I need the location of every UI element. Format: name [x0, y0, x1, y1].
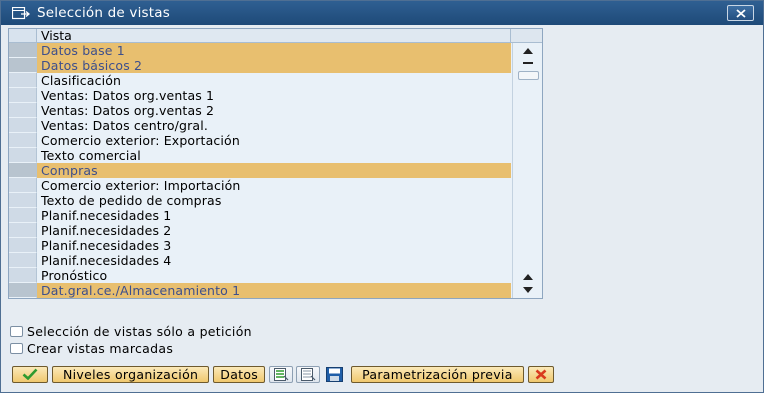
view-selection-dialog: Selección de vistas Vista Datos base 1 Da… — [0, 0, 764, 393]
table-row[interactable]: Texto comercial — [9, 148, 511, 163]
view-name-cell[interactable]: Datos base 1 — [37, 43, 511, 58]
data-button[interactable]: Datos — [213, 365, 266, 383]
row-selector[interactable] — [9, 58, 37, 73]
view-name-cell[interactable]: Ventas: Datos centro/gral. — [37, 118, 511, 133]
view-name-cell[interactable]: Planif.necesidades 3 — [37, 238, 511, 253]
table-row[interactable]: Ventas: Datos org.ventas 2 — [9, 103, 511, 118]
table-row[interactable]: Pronóstico — [9, 268, 511, 283]
table-header: Vista — [9, 29, 542, 43]
select-all-cell[interactable] — [9, 29, 37, 43]
view-name-cell[interactable]: Ventas: Datos org.ventas 1 — [37, 88, 511, 103]
view-name-cell[interactable]: Texto de pedido de compras — [37, 193, 511, 208]
triangle-down-icon — [523, 287, 533, 293]
views-table: Vista Datos base 1 Datos básicos 2 Clasifi… — [8, 28, 543, 299]
row-selector[interactable] — [9, 253, 37, 268]
dialog-title-bar: Selección de vistas — [1, 1, 763, 25]
dialog-window-icon — [10, 5, 32, 21]
dialog-title: Selección de vistas — [37, 5, 170, 21]
table-row[interactable]: Dat.gral.ce./Almacenamiento 1 — [9, 283, 511, 298]
dialog-toolbar: Niveles organización Datos Parametrizaci… — [1, 363, 763, 385]
row-selector[interactable] — [9, 193, 37, 208]
view-name-cell[interactable]: Dat.gral.ce./Almacenamiento 1 — [37, 283, 511, 298]
view-name-cell[interactable]: Compras — [37, 163, 511, 178]
row-selector[interactable] — [9, 208, 37, 223]
deselect-all-button[interactable] — [296, 365, 321, 383]
table-row[interactable]: Comercio exterior: Importación — [9, 178, 511, 193]
table-settings-corner[interactable] — [511, 29, 542, 43]
scroll-up-top-button[interactable] — [519, 46, 537, 56]
default-values-button[interactable]: Parametrización previa — [351, 365, 524, 383]
row-selector[interactable] — [9, 268, 37, 283]
vertical-scrollbar[interactable] — [512, 43, 542, 298]
checkmark-icon — [22, 368, 38, 380]
view-name-cell[interactable]: Planif.necesidades 2 — [37, 223, 511, 238]
view-name-cell[interactable]: Texto comercial — [37, 148, 511, 163]
row-selector[interactable] — [9, 178, 37, 193]
select-all-icon — [273, 367, 289, 381]
page-down-icon — [523, 61, 533, 64]
table-row[interactable]: Planif.necesidades 4 — [9, 253, 511, 268]
triangle-up-icon — [523, 48, 533, 54]
table-row[interactable]: Comercio exterior: Exportación — [9, 133, 511, 148]
view-name-cell[interactable]: Clasificación — [37, 73, 511, 88]
view-name-cell[interactable]: Comercio exterior: Exportación — [37, 133, 511, 148]
table-row[interactable]: Datos básicos 2 — [9, 58, 511, 73]
table-row[interactable]: Ventas: Datos centro/gral. — [9, 118, 511, 133]
table-row[interactable]: Planif.necesidades 2 — [9, 223, 511, 238]
table-row[interactable]: Texto de pedido de compras — [9, 193, 511, 208]
table-row[interactable]: Planif.necesidades 3 — [9, 238, 511, 253]
row-selector[interactable] — [9, 283, 37, 298]
option-only-on-request[interactable]: Selección de vistas sólo a petición — [10, 323, 252, 340]
row-selector[interactable] — [9, 43, 37, 58]
only-on-request-checkbox[interactable] — [10, 326, 23, 337]
table-row[interactable]: Ventas: Datos org.ventas 1 — [9, 88, 511, 103]
save-button[interactable] — [323, 366, 345, 383]
view-name-cell[interactable]: Planif.necesidades 1 — [37, 208, 511, 223]
create-marked-checkbox[interactable] — [10, 343, 23, 354]
close-button[interactable] — [727, 5, 754, 21]
view-name-cell[interactable]: Ventas: Datos org.ventas 2 — [37, 103, 511, 118]
close-icon — [735, 8, 746, 18]
row-selector[interactable] — [9, 238, 37, 253]
cancel-x-icon — [535, 369, 547, 379]
scrollbar-thumb[interactable] — [518, 71, 539, 80]
column-header-view[interactable]: Vista — [37, 29, 511, 43]
scroll-down-button[interactable] — [519, 285, 537, 295]
select-all-button[interactable] — [269, 365, 294, 383]
deselect-all-icon — [300, 367, 316, 381]
table-row[interactable]: Datos base 1 — [9, 43, 511, 58]
row-selector[interactable] — [9, 73, 37, 88]
row-selector[interactable] — [9, 223, 37, 238]
confirm-button[interactable] — [12, 365, 48, 383]
only-on-request-label: Selección de vistas sólo a petición — [27, 324, 252, 339]
table-row[interactable]: Clasificación — [9, 73, 511, 88]
view-name-cell[interactable]: Planif.necesidades 4 — [37, 253, 511, 268]
option-create-marked[interactable]: Crear vistas marcadas — [10, 340, 252, 357]
scroll-down-top-button[interactable] — [519, 58, 537, 68]
org-levels-button[interactable]: Niveles organización — [52, 365, 210, 383]
triangle-up-icon — [523, 274, 533, 280]
row-selector[interactable] — [9, 103, 37, 118]
options-group: Selección de vistas sólo a petición Crea… — [10, 323, 252, 357]
view-name-cell[interactable]: Comercio exterior: Importación — [37, 178, 511, 193]
row-selector[interactable] — [9, 148, 37, 163]
views-list: Datos base 1 Datos básicos 2 Clasificación… — [9, 43, 511, 298]
table-row[interactable]: Planif.necesidades 1 — [9, 208, 511, 223]
cancel-button[interactable] — [527, 365, 554, 383]
scroll-page-up-button[interactable] — [519, 272, 537, 282]
table-row[interactable]: Compras — [9, 163, 511, 178]
row-selector[interactable] — [9, 88, 37, 103]
floppy-disk-icon — [325, 366, 343, 382]
row-selector[interactable] — [9, 118, 37, 133]
row-selector[interactable] — [9, 133, 37, 148]
create-marked-label: Crear vistas marcadas — [27, 341, 174, 356]
row-selector[interactable] — [9, 163, 37, 178]
view-name-cell[interactable]: Pronóstico — [37, 268, 511, 283]
view-name-cell[interactable]: Datos básicos 2 — [37, 58, 511, 73]
